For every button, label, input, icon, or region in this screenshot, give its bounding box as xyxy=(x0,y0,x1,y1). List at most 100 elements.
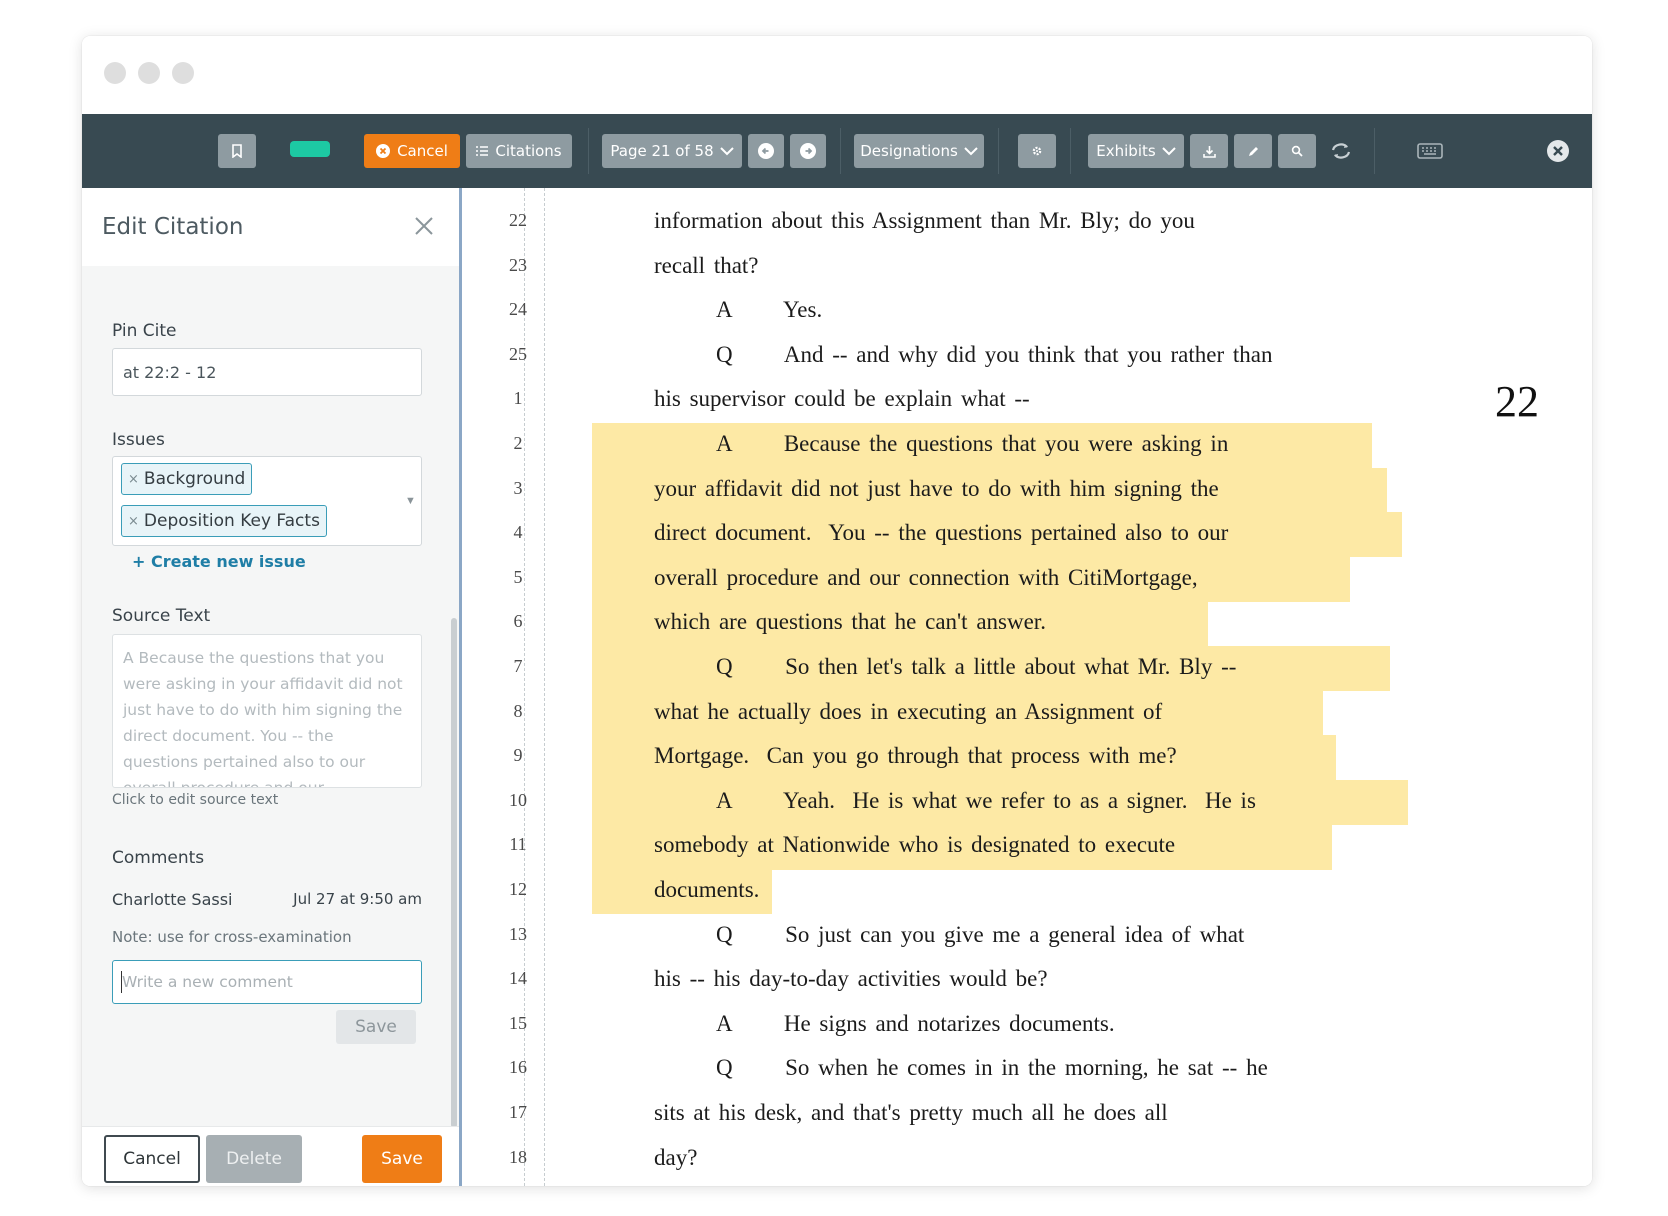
refresh-button[interactable] xyxy=(1322,134,1360,168)
pin-cite-input[interactable]: at 22:2 - 12 xyxy=(112,348,422,396)
line-number: 4 xyxy=(513,522,523,543)
transcript-line[interactable]: somebody at Nationwide who is designated… xyxy=(654,832,1175,858)
transcript-line[interactable]: day? xyxy=(654,1145,697,1171)
issues-label: Issues xyxy=(112,430,165,450)
cancel-label: Cancel xyxy=(397,142,448,160)
transcript-line[interactable]: recall that? xyxy=(654,253,759,279)
transcript-line[interactable]: Q So then let's talk a little about what… xyxy=(716,654,1236,680)
window-zoom-dot[interactable] xyxy=(172,62,194,84)
download-button[interactable] xyxy=(1190,134,1228,168)
source-text-area[interactable]: A Because the questions that you were as… xyxy=(112,634,422,788)
issue-tag-label: Deposition Key Facts xyxy=(143,511,320,531)
line-number: 1 xyxy=(513,388,523,409)
new-comment-input[interactable]: Write a new comment xyxy=(112,960,422,1004)
arrow-left-circle-icon xyxy=(758,143,774,159)
window-close-dot[interactable] xyxy=(104,62,126,84)
transcript-line[interactable]: Q And -- and why did you think that you … xyxy=(716,342,1272,368)
citations-button[interactable]: Citations xyxy=(466,134,572,168)
transcript-line[interactable]: A Yes. xyxy=(716,297,822,323)
toolbar-divider xyxy=(840,128,841,174)
transcript-line[interactable]: A Yeah. He is what we refer to as a sign… xyxy=(716,788,1256,814)
window-minimize-dot[interactable] xyxy=(138,62,160,84)
previous-page-button[interactable] xyxy=(748,134,784,168)
exhibits-label: Exhibits xyxy=(1096,142,1156,160)
title-bar xyxy=(82,36,1592,114)
line-number: 15 xyxy=(509,1012,527,1033)
line-number: 16 xyxy=(509,1057,527,1078)
designations-dropdown[interactable]: Designations xyxy=(854,134,984,168)
toolbar-divider xyxy=(588,128,589,174)
edit-citation-panel: Edit Citation Pin Cite at 22:2 - 12 Issu… xyxy=(82,188,462,1186)
transcript-line[interactable]: which are questions that he can't answer… xyxy=(654,609,1046,635)
issue-tag[interactable]: × Deposition Key Facts xyxy=(121,505,327,537)
issues-select[interactable]: × Background × Deposition Key Facts ▼ xyxy=(112,456,422,546)
panel-footer: Cancel Delete Save xyxy=(82,1126,459,1186)
search-button[interactable] xyxy=(1278,134,1316,168)
transcript-line[interactable]: information about this Assignment than M… xyxy=(654,208,1195,234)
transcript-line[interactable]: overall procedure and our connection wit… xyxy=(654,565,1198,591)
exhibits-dropdown[interactable]: Exhibits xyxy=(1088,134,1184,168)
comment-text: Note: use for cross-examination xyxy=(112,928,352,946)
toolbar-divider xyxy=(1374,128,1375,174)
footer-cancel-button[interactable]: Cancel xyxy=(104,1135,200,1183)
transcript-line[interactable]: sits at his desk, and that's pretty much… xyxy=(654,1100,1168,1126)
close-circle-icon xyxy=(376,144,391,158)
gear-icon xyxy=(1032,146,1042,156)
caret-down-icon[interactable]: ▼ xyxy=(405,495,416,507)
page-select[interactable]: Page 21 of 58 xyxy=(602,134,742,168)
cancel-button[interactable]: Cancel xyxy=(364,134,460,168)
line-number: 23 xyxy=(509,254,527,275)
line-number: 11 xyxy=(509,834,527,855)
close-icon[interactable] xyxy=(412,214,436,238)
transcript-line[interactable]: direct document. You -- the questions pe… xyxy=(654,520,1228,546)
bookmark-button[interactable] xyxy=(218,134,256,168)
save-button[interactable]: Save xyxy=(362,1135,442,1183)
transcript-line[interactable]: what he actually does in executing an As… xyxy=(654,699,1162,725)
margin-line xyxy=(524,188,525,1186)
transcript-viewer: 22 information about this Assignment than… xyxy=(462,188,1592,1186)
settings-button[interactable] xyxy=(1018,134,1056,168)
panel-scrollbar[interactable] xyxy=(451,618,457,1128)
transcript-line[interactable]: Q So just can you give me a general idea… xyxy=(716,922,1244,948)
pin-cite-value: at 22:2 - 12 xyxy=(123,363,217,382)
line-number: 25 xyxy=(509,343,527,364)
transcript-line[interactable]: his -- his day-to-day activities would b… xyxy=(654,966,1048,992)
comment-author: Charlotte Sassi xyxy=(112,890,233,909)
line-number: 12 xyxy=(509,879,527,899)
highlight-color-swatch[interactable] xyxy=(290,141,330,157)
transcript-line[interactable]: your affidavit did not just have to do w… xyxy=(654,476,1219,502)
remove-tag-icon[interactable]: × xyxy=(128,472,139,487)
chevron-down-icon xyxy=(1161,147,1176,156)
issue-tag-label: Background xyxy=(143,469,246,489)
keyboard-shortcuts-button[interactable] xyxy=(1412,134,1448,168)
transcript-line[interactable]: Mortgage. Can you go through that proces… xyxy=(654,743,1177,769)
source-text-label: Source Text xyxy=(112,606,211,626)
edit-button[interactable] xyxy=(1234,134,1272,168)
line-number: 7 xyxy=(513,656,523,676)
remove-tag-icon[interactable]: × xyxy=(128,514,139,529)
comment-save-button[interactable]: Save xyxy=(336,1010,416,1044)
transcript-line[interactable]: Q So when he comes in in the morning, he… xyxy=(716,1055,1268,1081)
close-viewer-button[interactable] xyxy=(1544,134,1572,168)
transcript-line[interactable]: A He signs and notarizes documents. xyxy=(716,1011,1115,1037)
line-number: 24 xyxy=(509,299,527,320)
source-text-hint[interactable]: Click to edit source text xyxy=(112,792,278,808)
line-number: 8 xyxy=(513,700,523,721)
transcript-line[interactable]: A Because the questions that you were as… xyxy=(716,431,1228,457)
line-number: 18 xyxy=(509,1146,527,1167)
transcript-line[interactable]: his supervisor could be explain what -- xyxy=(654,386,1030,412)
line-number: 17 xyxy=(509,1102,527,1122)
comment-date: Jul 27 at 9:50 am xyxy=(293,890,422,908)
next-page-button[interactable] xyxy=(790,134,826,168)
toolbar-divider xyxy=(998,128,999,174)
panel-title: Edit Citation xyxy=(102,214,244,240)
toolbar: Cancel Citations Page 21 of 58 Designati… xyxy=(82,114,1592,188)
page-number: 22 xyxy=(1495,377,1539,426)
transcript-line[interactable]: documents. xyxy=(654,877,759,903)
page-label: Page 21 of 58 xyxy=(610,142,714,160)
app-window: Cancel Citations Page 21 of 58 Designati… xyxy=(82,36,1592,1186)
issue-tag[interactable]: × Background xyxy=(121,463,253,495)
delete-button[interactable]: Delete xyxy=(206,1135,302,1183)
create-issue-link[interactable]: + Create new issue xyxy=(132,552,306,571)
pencil-icon xyxy=(1248,146,1258,156)
